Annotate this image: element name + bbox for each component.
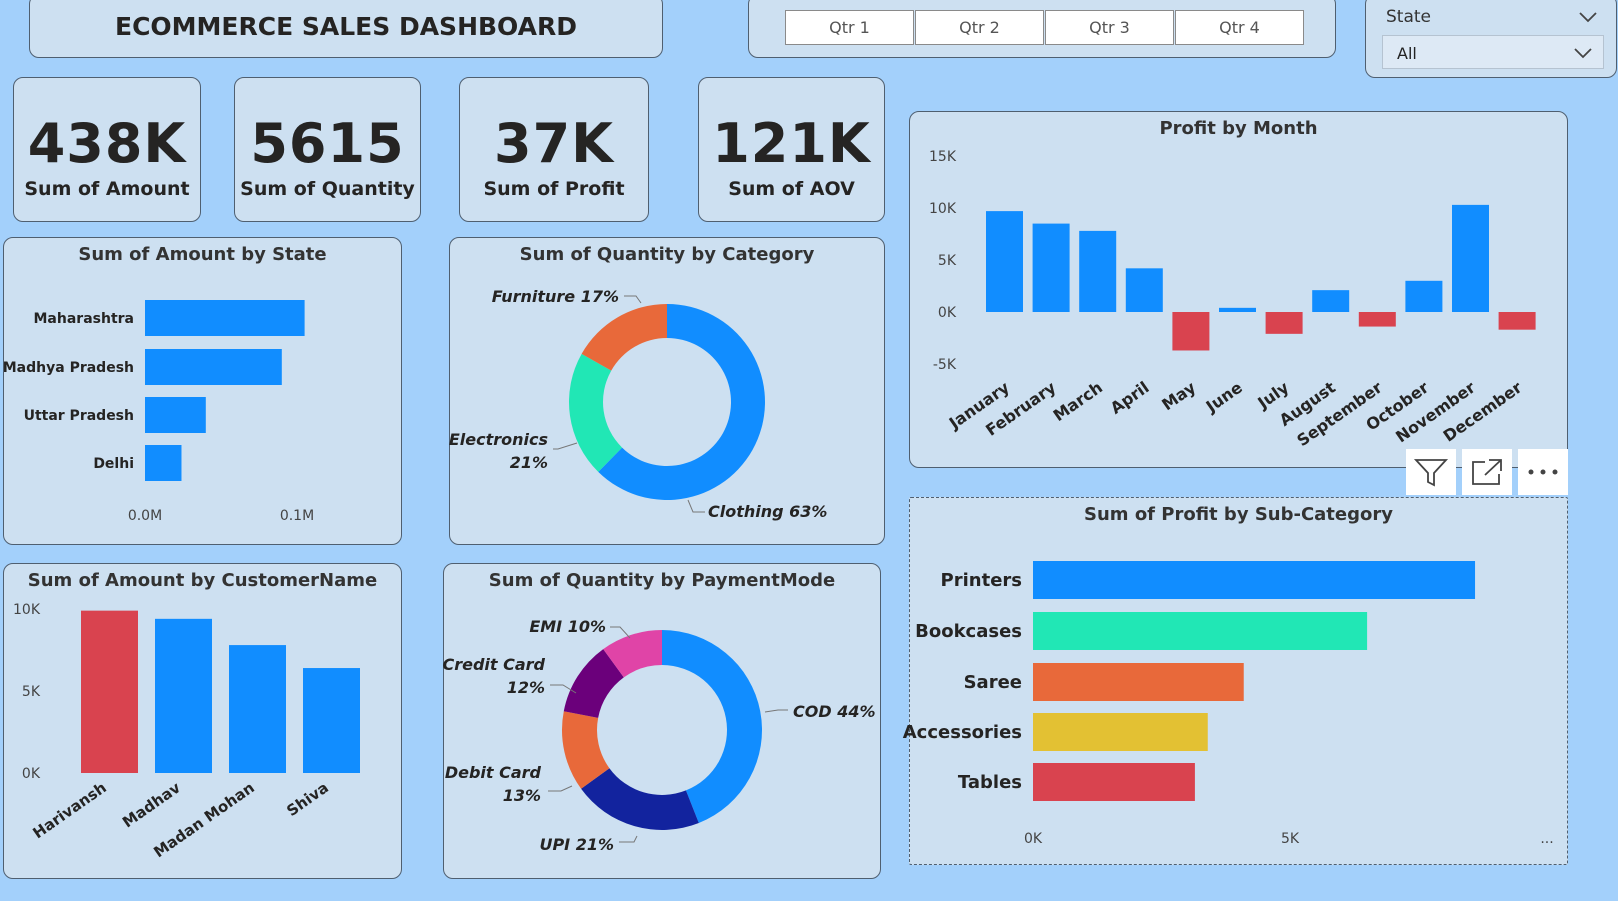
tick-label: 5K (22, 684, 41, 700)
slice-label: 12% (507, 678, 545, 697)
bar (1079, 230, 1117, 312)
bar (81, 610, 138, 773)
slice-label: Credit Card (442, 655, 545, 674)
bar (986, 211, 1023, 312)
bar (1358, 312, 1396, 327)
bar (1498, 312, 1536, 330)
category-label: Shiva (283, 779, 331, 820)
bar (1032, 223, 1070, 312)
bar (1405, 280, 1443, 312)
category-label: Tables (958, 772, 1022, 793)
bar (1312, 290, 1350, 312)
leader-line (619, 835, 638, 843)
tick-label: 0.1M (280, 508, 314, 524)
charts-canvas: Maharashtra Madhya Pradesh Uttar Pradesh De… (3, 149, 1554, 861)
donut-slice (581, 304, 667, 371)
category-label: Printers (941, 570, 1022, 591)
tick-label: 5K (1281, 831, 1300, 847)
bar (1452, 204, 1489, 312)
bar (1033, 612, 1368, 650)
tick-label: 0K (22, 766, 41, 782)
category-label: Saree (964, 672, 1022, 693)
category-label: Madhya Pradesh (3, 360, 134, 376)
category-label: Maharashtra (34, 311, 135, 327)
bar (1033, 713, 1208, 751)
leader-line (548, 785, 573, 792)
slice-label: UPI 21% (539, 835, 614, 854)
tick-label: 0.0M (128, 508, 162, 524)
donut-slice (569, 353, 623, 472)
slice-label: 13% (503, 786, 541, 805)
bar (1219, 307, 1256, 312)
category-label: Uttar Pradesh (24, 408, 134, 424)
slice-label: Debit Card (445, 763, 542, 782)
bar (145, 349, 282, 385)
bar (1033, 663, 1244, 701)
tick-label: 15K (929, 149, 957, 165)
tick-label: 5K (938, 253, 957, 269)
category-label: May (1158, 377, 1199, 414)
slice-label: Furniture 17% (492, 287, 619, 306)
category-label: Delhi (93, 456, 134, 472)
tick-label: 0K (938, 305, 957, 321)
slice-label: Electronics (449, 430, 548, 449)
bar (155, 618, 212, 773)
slice-label: Clothing 63% (708, 502, 827, 521)
bar (303, 668, 360, 773)
slice-label: COD 44% (793, 702, 876, 721)
bar (145, 300, 305, 336)
tick-label: 10K (13, 602, 41, 618)
slice-label: EMI 10% (529, 617, 606, 636)
category-label: Madhav (119, 778, 184, 831)
bar (1125, 268, 1163, 312)
category-label: Accessories (903, 722, 1022, 743)
tick-label: ... (1540, 831, 1553, 847)
category-label: Bookcases (915, 621, 1022, 642)
category-label: Harivansh (30, 779, 110, 843)
bar (1033, 763, 1195, 801)
leader-line (687, 499, 705, 513)
bar (1033, 561, 1476, 599)
bar (145, 397, 206, 433)
bar (229, 645, 286, 773)
leader-line (624, 295, 642, 304)
leader-line (553, 442, 578, 450)
slice-label: 21% (510, 453, 548, 472)
tick-label: -5K (933, 357, 957, 373)
tick-label: 10K (929, 201, 957, 217)
category-label: March (1050, 378, 1106, 425)
bar (145, 445, 182, 481)
bar (1172, 312, 1210, 351)
bar (1265, 312, 1303, 334)
tick-label: 0K (1024, 831, 1043, 847)
category-label: June (1202, 378, 1246, 417)
donut-slice (581, 768, 699, 830)
category-label: April (1107, 378, 1153, 418)
leader-line (764, 709, 788, 713)
